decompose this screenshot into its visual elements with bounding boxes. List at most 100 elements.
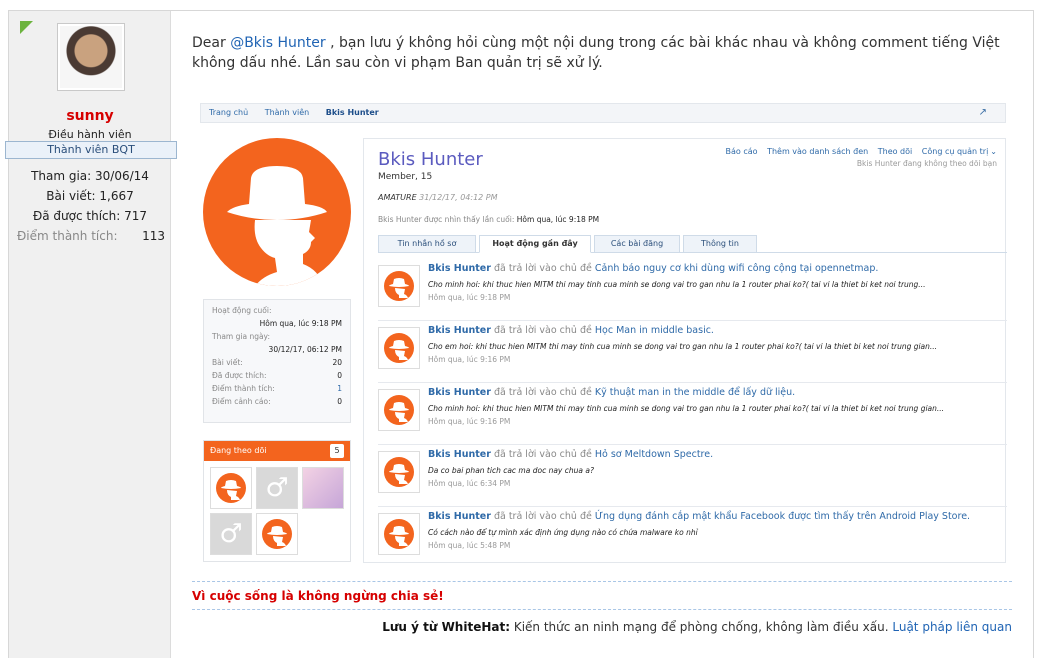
feed-action: đã trả lời vào chủ đề — [490, 263, 595, 274]
feed-action: đã trả lời vào chủ đề — [490, 449, 595, 460]
follow-link[interactable]: Theo dõi — [878, 147, 913, 156]
embedded-profile-screenshot: Trang chủ Thành viên Bkis Hunter ↗ Hoạt … — [200, 103, 1007, 563]
feed-thread-title[interactable]: Cảnh báo nguy cơ khi dùng wifi công cộng… — [595, 263, 879, 274]
post-author-sidebar: sunny Điều hành viên Thành viên BQT Tham… — [5, 11, 177, 658]
warn-label: Điểm cảnh cáo: — [212, 397, 271, 406]
feed-user[interactable]: Bkis Hunter — [428, 387, 491, 398]
person-hat-icon — [262, 519, 292, 549]
feed-avatar[interactable] — [378, 389, 420, 431]
person-hat-icon — [384, 457, 414, 487]
person-hat-icon — [384, 395, 414, 425]
author-badge: Thành viên BQT — [5, 141, 177, 159]
feed-text: Bkis Hunter đã trả lời vào chủ đề Hỏ sơ … — [428, 449, 1003, 488]
last-seen-value: Hôm qua, lúc 9:18 PM — [516, 215, 600, 224]
external-link-icon[interactable]: ↗ — [979, 104, 987, 122]
trophy-points-value[interactable]: 1 — [337, 382, 342, 395]
list-item: Bkis Hunter đã trả lời vào chủ đề Kỹ thu… — [378, 383, 1007, 445]
feed-thread-title[interactable]: Hỏ sơ Meltdown Spectre. — [595, 449, 713, 460]
last-active-row: Hoạt động cuối: — [212, 304, 342, 317]
feed-action: đã trả lời vào chủ đề — [490, 511, 595, 522]
joined-label: Tham gia ngày: — [212, 332, 270, 341]
feed-user[interactable]: Bkis Hunter — [428, 511, 491, 522]
person-hat-icon — [384, 333, 414, 363]
author-avatar[interactable] — [57, 23, 125, 91]
new-post-corner-icon — [20, 21, 33, 34]
tab-profile-posts[interactable]: Tin nhắn hồ sơ — [378, 235, 476, 253]
feed-user[interactable]: Bkis Hunter — [428, 449, 491, 460]
dropdown-arrow-icon[interactable]: ⌄ — [990, 147, 997, 156]
feed-action: đã trả lời vào chủ đề — [490, 387, 595, 398]
likes-label: Đã được thích: — [212, 371, 267, 380]
profile-main-pane: Bkis Hunter Member, 15 AMATURE 31/12/17,… — [363, 138, 1007, 563]
author-joined: Tham gia: 30/06/14 — [31, 169, 149, 183]
feed-text: Bkis Hunter đã trả lời vào chủ đề Cảnh b… — [428, 263, 1003, 302]
author-role: Điều hành viên — [48, 128, 132, 141]
posts-value: 20 — [332, 358, 342, 367]
legal-link[interactable]: Luật pháp liên quan — [892, 620, 1012, 634]
status-time: 31/12/17, 04:12 PM — [419, 193, 498, 202]
profile-name: Bkis Hunter — [378, 149, 483, 170]
following-avatar[interactable] — [256, 513, 298, 555]
list-item: Bkis Hunter đã trả lời vào chủ đề Hỏ sơ … — [378, 445, 1007, 507]
feed-text: Bkis Hunter đã trả lời vào chủ đề Ứng dụ… — [428, 511, 1003, 550]
profile-tabs: Tin nhắn hồ sơ Hoạt động gần đây Các bài… — [378, 235, 1007, 253]
following-count: 5 — [330, 444, 344, 458]
feed-avatar[interactable] — [378, 513, 420, 555]
mod-tools-link[interactable]: Công cụ quản trị — [922, 147, 989, 156]
feed-user[interactable]: Bkis Hunter — [428, 325, 491, 336]
person-hat-icon — [384, 519, 414, 549]
profile-last-seen: Bkis Hunter được nhìn thấy lần cuối: Hôm… — [378, 215, 599, 224]
last-active-value-row: Hôm qua, lúc 9:18 PM — [212, 317, 342, 330]
tab-postings[interactable]: Các bài đăng — [594, 235, 680, 253]
follow-note: Bkis Hunter đang không theo dõi bạn — [856, 159, 997, 168]
message-text-start: Dear — [192, 35, 231, 51]
report-link[interactable]: Báo cáo — [726, 147, 758, 156]
profile-status: AMATURE 31/12/17, 04:12 PM — [378, 193, 498, 202]
points-row: Điểm thành tích: 1 — [212, 382, 342, 395]
male-symbol-icon[interactable]: ♂ — [256, 467, 298, 509]
breadcrumb-home[interactable]: Trang chủ — [209, 108, 248, 117]
person-hat-icon — [227, 166, 327, 286]
following-avatar-anime[interactable] — [302, 467, 344, 509]
mention-link[interactable]: @Bkis Hunter — [230, 35, 325, 51]
feed-time: Hôm qua, lúc 5:48 PM — [428, 541, 511, 550]
profile-member-line: Member, 15 — [378, 172, 433, 182]
breadcrumb-members[interactable]: Thành viên — [265, 108, 310, 117]
note-label: Lưu ý từ WhiteHat: — [382, 620, 511, 634]
feed-snippet: Cho em hoi: khi thuc hien MITM thi may t… — [428, 342, 938, 351]
signature-line: Vì cuộc sống là không ngừng chia sẻ! — [192, 581, 1012, 603]
feed-avatar[interactable] — [378, 265, 420, 307]
feed-snippet: Cho minh hoi: khi thuc hien MITM thi may… — [428, 404, 945, 413]
points-value: 113 — [142, 229, 165, 243]
person-hat-icon — [216, 473, 246, 503]
list-item: Bkis Hunter đã trả lời vào chủ đề Học Ma… — [378, 321, 1007, 383]
following-header[interactable]: Đang theo dõi 5 — [204, 441, 350, 461]
post-content: Dear @Bkis Hunter , bạn lưu ý không hỏi … — [172, 11, 1033, 658]
feed-thread-title[interactable]: Kỹ thuật man in the middle để lấy dữ liệ… — [595, 387, 795, 398]
feed-user[interactable]: Bkis Hunter — [428, 263, 491, 274]
author-username[interactable]: sunny — [9, 108, 171, 124]
feed-thread-title[interactable]: Học Man in middle basic. — [595, 325, 714, 336]
ignore-link[interactable]: Thêm vào danh sách đen — [767, 147, 868, 156]
male-symbol-icon[interactable]: ♂ — [210, 513, 252, 555]
posts-label: Bài viết: — [212, 358, 243, 367]
status-text: AMATURE — [378, 193, 417, 202]
feed-snippet: Da co bai phan tich cac ma doc nay chua … — [428, 466, 594, 475]
feed-text: Bkis Hunter đã trả lời vào chủ đề Học Ma… — [428, 325, 1003, 364]
feed-snippet: Có cách nào để tự mình xác định ứng dụng… — [428, 528, 698, 537]
avatar-photo — [60, 26, 122, 88]
feed-avatar[interactable] — [378, 327, 420, 369]
tab-recent-activity[interactable]: Hoạt động gần đây — [479, 235, 591, 253]
last-seen-label: Bkis Hunter được nhìn thấy lần cuối: — [378, 215, 515, 224]
following-avatar[interactable] — [210, 467, 252, 509]
author-points: Điểm thành tích: 113 — [17, 229, 165, 243]
profile-avatar — [203, 138, 351, 286]
last-active-label: Hoạt động cuối: — [212, 306, 272, 315]
tab-information[interactable]: Thông tin — [683, 235, 757, 253]
note-text: Kiến thức an ninh mạng để phòng chống, k… — [510, 620, 893, 634]
feed-avatar[interactable] — [378, 451, 420, 493]
feed-thread-title[interactable]: Ứng dụng đánh cắp mật khẩu Facebook được… — [595, 511, 970, 522]
breadcrumb-current[interactable]: Bkis Hunter — [326, 108, 379, 117]
feed-time: Hôm qua, lúc 6:34 PM — [428, 479, 511, 488]
forum-post: sunny Điều hành viên Thành viên BQT Tham… — [5, 10, 1034, 658]
